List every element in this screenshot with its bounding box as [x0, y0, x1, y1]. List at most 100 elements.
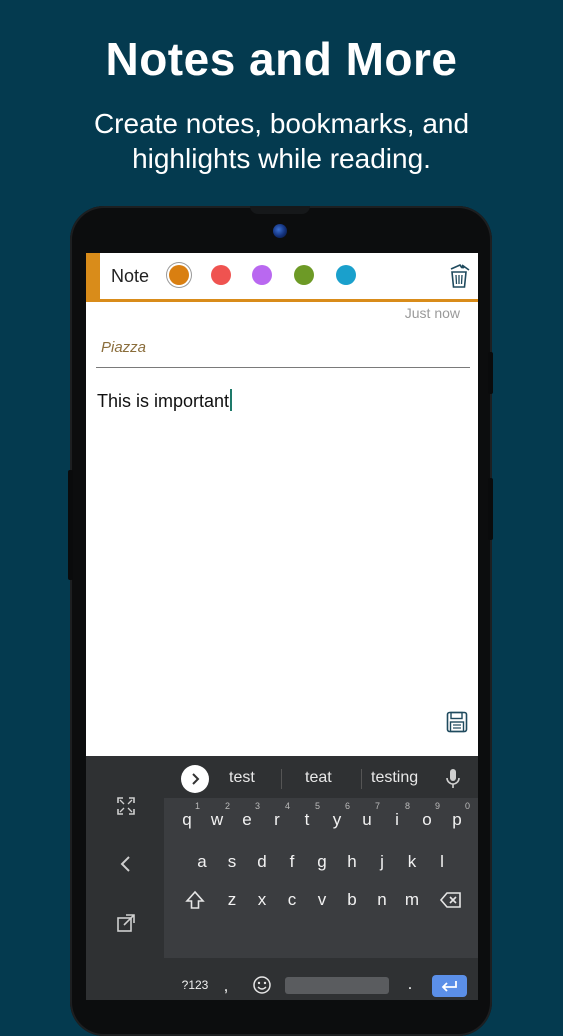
suggestion-2[interactable]: teat: [305, 769, 332, 787]
key-label: v: [317, 890, 327, 909]
shift-key-icon[interactable]: [184, 889, 206, 911]
key-u[interactable]: u7: [352, 801, 382, 830]
note-toolbar-label: Note: [111, 266, 150, 286]
note-timestamp: Just now: [404, 305, 460, 321]
key-label: g: [317, 852, 327, 871]
front-camera: [273, 224, 287, 238]
save-icon[interactable]: [446, 711, 468, 733]
key-label: d: [257, 852, 267, 871]
side-button-left: [68, 470, 73, 580]
key-h[interactable]: h: [337, 852, 367, 872]
key-number-hint: 6: [344, 801, 350, 811]
key-label: l: [440, 852, 444, 871]
trash-icon[interactable]: [448, 263, 472, 289]
key-label: x: [257, 890, 267, 909]
microphone-icon[interactable]: [445, 768, 461, 790]
symbols-key[interactable]: ?123: [178, 978, 212, 992]
key-s[interactable]: s: [217, 852, 247, 872]
key-label: j: [380, 852, 384, 871]
key-b[interactable]: b: [337, 890, 367, 910]
key-r[interactable]: r4: [262, 801, 292, 830]
suggestion-divider: [361, 769, 362, 789]
key-label: t: [304, 810, 310, 829]
suggestion-3[interactable]: testing: [371, 769, 418, 787]
key-number-hint: 7: [374, 801, 380, 811]
key-o[interactable]: o9: [412, 801, 442, 830]
key-number-hint: 3: [254, 801, 260, 811]
suggestion-1[interactable]: test: [229, 769, 255, 787]
key-label: b: [347, 890, 357, 909]
key-c[interactable]: c: [277, 890, 307, 910]
key-number-hint: 4: [284, 801, 290, 811]
phone-screen: Note Just now Piazza This is important t…: [86, 253, 478, 1000]
expand-suggestions-button[interactable]: [181, 765, 209, 793]
key-j[interactable]: j: [367, 852, 397, 872]
key-number-hint: 2: [224, 801, 230, 811]
color-option-orange[interactable]: [169, 265, 189, 285]
key-m[interactable]: m: [397, 890, 427, 910]
key-number-hint: 1: [194, 801, 200, 811]
key-t[interactable]: t5: [292, 801, 322, 830]
key-label: n: [377, 890, 387, 909]
resize-keyboard-icon[interactable]: [116, 796, 136, 816]
comma-key[interactable]: ,: [218, 976, 234, 996]
key-g[interactable]: g: [307, 852, 337, 872]
text-cursor: [230, 389, 232, 411]
key-number-hint: 5: [314, 801, 320, 811]
key-i[interactable]: i8: [382, 801, 412, 830]
note-color-accent: [86, 253, 100, 302]
key-d[interactable]: d: [247, 852, 277, 872]
key-label: p: [452, 810, 462, 829]
key-q[interactable]: q1: [172, 801, 202, 830]
key-p[interactable]: p0: [442, 801, 472, 830]
key-label: f: [289, 852, 295, 871]
key-label: z: [227, 890, 237, 909]
key-label: w: [210, 810, 224, 829]
key-z[interactable]: z: [217, 890, 247, 910]
speaker-notch: [250, 206, 310, 214]
key-l[interactable]: l: [427, 852, 457, 872]
key-label: a: [197, 852, 207, 871]
key-label: h: [347, 852, 357, 871]
key-v[interactable]: v: [307, 890, 337, 910]
key-a[interactable]: a: [187, 852, 217, 872]
note-title-input[interactable]: Piazza: [96, 331, 470, 368]
color-option-purple[interactable]: [252, 265, 272, 285]
undock-keyboard-icon[interactable]: [116, 913, 136, 933]
chevron-left-icon[interactable]: [116, 854, 136, 874]
emoji-icon[interactable]: [252, 975, 272, 995]
backspace-key-icon[interactable]: [439, 890, 463, 910]
onscreen-keyboard: test teat testing q1w2e3r4t5y6u7i8o9p0 a…: [86, 756, 478, 1000]
note-toolbar: Note: [86, 253, 478, 302]
promo-subline-line-2: highlights while reading.: [132, 143, 431, 174]
enter-key[interactable]: [432, 975, 467, 997]
key-label: c: [287, 890, 297, 909]
chevron-right-icon: [192, 773, 200, 785]
key-number-hint: 0: [464, 801, 470, 811]
power-button: [488, 478, 493, 540]
color-option-green[interactable]: [294, 265, 314, 285]
key-n[interactable]: n: [367, 890, 397, 910]
period-key[interactable]: .: [402, 974, 418, 994]
promo-headline: Notes and More: [105, 33, 458, 85]
spacebar[interactable]: [285, 977, 389, 994]
color-option-blue[interactable]: [336, 265, 356, 285]
key-w[interactable]: w2: [202, 801, 232, 830]
suggestion-strip: test teat testing: [86, 756, 478, 798]
color-option-red[interactable]: [211, 265, 231, 285]
key-k[interactable]: k: [397, 852, 427, 872]
key-x[interactable]: x: [247, 890, 277, 910]
key-label: s: [227, 852, 237, 871]
promo-subline-line-1: Create notes, bookmarks, and: [93, 108, 470, 139]
key-e[interactable]: e3: [232, 801, 262, 830]
note-body-text: This is important: [97, 391, 230, 411]
key-label: r: [274, 810, 280, 829]
note-body-input[interactable]: This is important: [97, 389, 232, 412]
key-f[interactable]: f: [277, 852, 307, 872]
volume-button: [488, 352, 493, 394]
enter-arrow-icon: [441, 981, 457, 992]
key-y[interactable]: y6: [322, 801, 352, 830]
key-label: y: [332, 810, 342, 829]
promo-subline: Create notes, bookmarks, and highlights …: [0, 106, 563, 176]
key-label: o: [422, 810, 432, 829]
